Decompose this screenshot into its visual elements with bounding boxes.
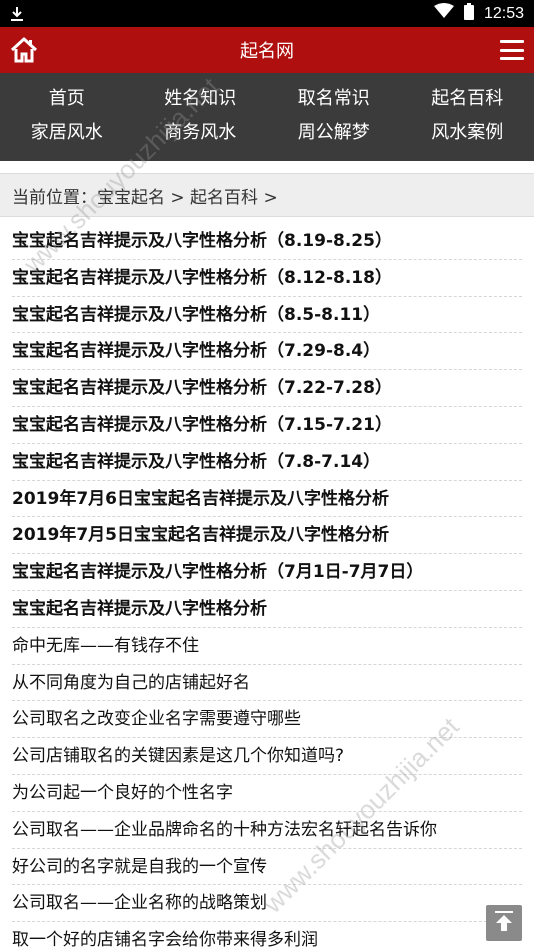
arrow-up-icon (492, 909, 516, 937)
article-link[interactable]: 为公司起一个良好的个性名字 (12, 775, 522, 812)
article-link[interactable]: 命中无库——有钱存不住 (12, 628, 522, 665)
nav-item-name-knowledge[interactable]: 姓名知识 (134, 87, 268, 111)
article-link[interactable]: 公司取名——企业品牌命名的十种方法宏名轩起名告诉你 (12, 812, 522, 849)
menu-icon[interactable] (500, 37, 524, 63)
nav-item-business-fengshui[interactable]: 商务风水 (134, 121, 268, 145)
article-link[interactable]: 2019年7月6日宝宝起名吉祥提示及八字性格分析 (12, 481, 522, 518)
article-link[interactable]: 宝宝起名吉祥提示及八字性格分析（7.8-7.14） (12, 444, 522, 481)
article-link[interactable]: 取一个好的店铺名字会给你带来得多利润 (12, 922, 522, 949)
article-link[interactable]: 宝宝起名吉祥提示及八字性格分析（8.19-8.25） (12, 223, 522, 260)
article-link[interactable]: 公司取名之改变企业名字需要遵守哪些 (12, 701, 522, 739)
page-title: 起名网 (240, 41, 294, 62)
category-nav: 首页 姓名知识 取名常识 起名百科 家居风水 商务风水 周公解梦 风水案例 (0, 73, 534, 161)
divider (0, 161, 534, 173)
nav-item-dream-interpretation[interactable]: 周公解梦 (267, 121, 401, 145)
nav-item-naming-tips[interactable]: 取名常识 (267, 87, 401, 111)
article-link[interactable]: 好公司的名字就是自我的一个宣传 (12, 849, 522, 886)
nav-item-fengshui-cases[interactable]: 风水案例 (401, 121, 534, 145)
breadcrumb: 当前位置：宝宝起名 > 起名百科 > (0, 173, 534, 217)
article-link[interactable]: 公司店铺取名的关键因素是这几个你知道吗? (12, 738, 522, 775)
download-icon (10, 6, 24, 22)
article-link[interactable]: 从不同角度为自己的店铺起好名 (12, 665, 522, 702)
article-link[interactable]: 宝宝起名吉祥提示及八字性格分析（7.22-7.28） (12, 370, 522, 407)
nav-item-naming-encyclopedia[interactable]: 起名百科 (401, 87, 534, 111)
nav-item-home-fengshui[interactable]: 家居风水 (0, 121, 134, 145)
article-link[interactable]: 2019年7月5日宝宝起名吉祥提示及八字性格分析 (12, 517, 522, 555)
battery-icon (463, 2, 474, 25)
article-link[interactable]: 宝宝起名吉祥提示及八字性格分析（8.12-8.18） (12, 260, 522, 297)
home-icon[interactable] (10, 36, 38, 64)
status-bar: 12:53 (0, 0, 534, 27)
article-link[interactable]: 宝宝起名吉祥提示及八字性格分析（8.5-8.11） (12, 297, 522, 334)
article-link[interactable]: 宝宝起名吉祥提示及八字性格分析（7.29-8.4） (12, 333, 522, 371)
header-bar: 起名网 (0, 27, 534, 73)
status-time: 12:53 (483, 4, 524, 22)
article-link[interactable]: 宝宝起名吉祥提示及八字性格分析（7月1日-7月7日） (12, 554, 522, 591)
article-link[interactable]: 公司取名——企业名称的战略策划 (12, 885, 522, 923)
article-link[interactable]: 宝宝起名吉祥提示及八字性格分析 (12, 591, 522, 628)
article-link[interactable]: 宝宝起名吉祥提示及八字性格分析（7.15-7.21） (12, 407, 522, 444)
nav-item-home[interactable]: 首页 (0, 87, 134, 111)
back-to-top-button[interactable] (486, 905, 522, 941)
wifi-icon (433, 3, 454, 24)
article-list: 宝宝起名吉祥提示及八字性格分析（8.19-8.25） 宝宝起名吉祥提示及八字性格分… (0, 223, 534, 949)
